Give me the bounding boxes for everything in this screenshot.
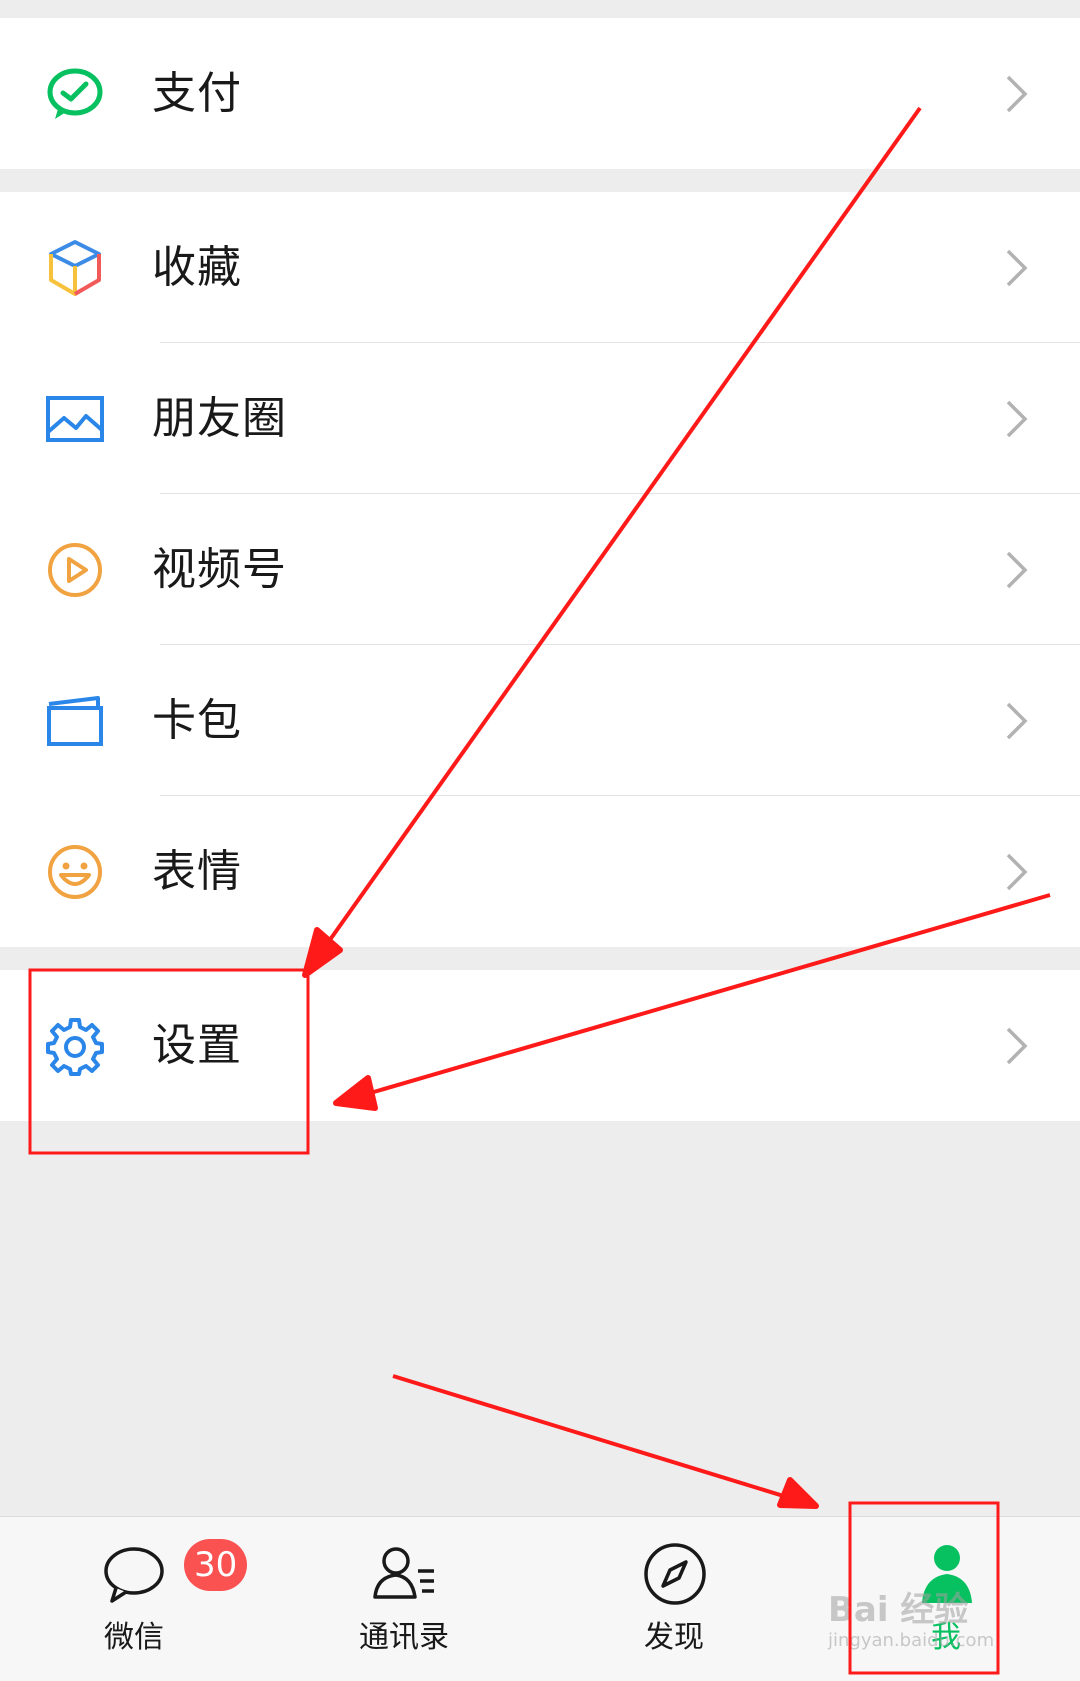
tab-discover[interactable]: 发现 xyxy=(574,1517,774,1681)
menu-item-pay[interactable]: 支付 xyxy=(0,18,1080,169)
unread-badge: 30 xyxy=(184,1539,248,1591)
watermark-text: Bai 经验 xyxy=(828,1590,969,1630)
menu-item-label: 朋友圈 xyxy=(152,393,287,444)
chevron-right-icon xyxy=(1006,702,1028,740)
gear-icon xyxy=(46,1018,104,1076)
chevron-right-icon xyxy=(1006,551,1028,589)
chevron-right-icon xyxy=(1006,75,1028,113)
tab-contacts[interactable]: 通讯录 xyxy=(304,1517,504,1681)
wallet-card-icon xyxy=(47,696,103,746)
compass-icon xyxy=(644,1543,706,1605)
tab-chats[interactable]: 30 微信 xyxy=(34,1517,248,1681)
chevron-right-icon xyxy=(1006,400,1028,438)
play-circle-icon xyxy=(48,543,102,597)
menu-item-moments[interactable]: 朋友圈 xyxy=(0,343,1080,494)
menu-item-label: 设置 xyxy=(152,1020,242,1071)
picture-icon xyxy=(46,396,104,442)
chat-bubble-icon xyxy=(104,1547,164,1603)
menu-item-cards[interactable]: 卡包 xyxy=(0,645,1080,796)
chevron-right-icon xyxy=(1006,853,1028,891)
tab-label: 发现 xyxy=(644,1620,704,1655)
smiley-icon xyxy=(48,845,102,899)
menu-item-label: 支付 xyxy=(152,68,242,119)
annotation-arrow-bottom xyxy=(392,1374,819,1509)
menu-group-settings: 设置 xyxy=(0,970,1080,1121)
watermark: Bai 经验 jingyan.baidu.com xyxy=(828,1590,1028,1660)
menu-item-favorites[interactable]: 收藏 xyxy=(0,192,1080,343)
tab-label: 通讯录 xyxy=(359,1620,449,1655)
chevron-right-icon xyxy=(1006,1027,1028,1065)
menu-item-label: 收藏 xyxy=(152,242,242,293)
tab-label: 微信 xyxy=(104,1620,164,1655)
menu-item-stickers[interactable]: 表情 xyxy=(0,796,1080,947)
pay-icon xyxy=(47,68,103,119)
menu-item-channels[interactable]: 视频号 xyxy=(0,494,1080,645)
menu-item-settings[interactable]: 设置 xyxy=(0,970,1080,1121)
watermark-sub: jingyan.baidu.com xyxy=(828,1630,995,1651)
menu-item-label: 表情 xyxy=(152,846,242,897)
menu-group-features: 收藏 朋友圈 视频号 卡包 表情 xyxy=(0,192,1080,947)
menu-item-label: 视频号 xyxy=(152,544,287,595)
chevron-right-icon xyxy=(1006,249,1028,287)
menu-item-label: 卡包 xyxy=(152,695,242,746)
menu-group-pay: 支付 xyxy=(0,18,1080,169)
contacts-icon xyxy=(373,1547,434,1599)
cube-icon xyxy=(49,240,101,296)
